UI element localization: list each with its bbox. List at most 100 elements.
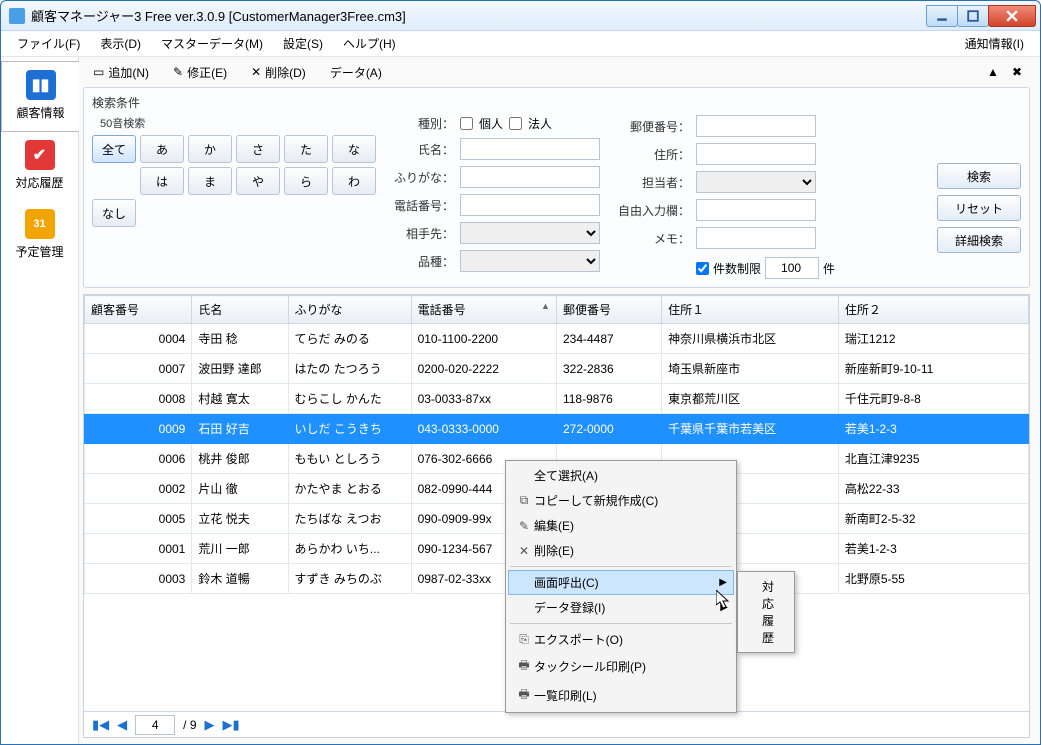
- kana-wa[interactable]: わ: [332, 167, 376, 195]
- staff-select[interactable]: [696, 171, 816, 193]
- maximize-button[interactable]: [957, 5, 989, 27]
- ctx-data-reg[interactable]: データ登録(I)▶: [508, 595, 734, 620]
- kana-none-button[interactable]: なし: [92, 199, 136, 227]
- cell: 0001: [85, 534, 192, 564]
- kana-ta[interactable]: た: [284, 135, 328, 163]
- menu-file[interactable]: ファイル(F): [7, 32, 90, 55]
- cell: 寺田 稔: [192, 324, 288, 354]
- limit-input[interactable]: [765, 257, 819, 279]
- kana-ra[interactable]: ら: [284, 167, 328, 195]
- cell: 0002: [85, 474, 192, 504]
- tab-schedule[interactable]: 31 予定管理: [1, 201, 78, 270]
- edit-button[interactable]: ✎修正(E): [167, 62, 233, 83]
- col-header[interactable]: 住所２: [838, 296, 1028, 324]
- col-header[interactable]: 氏名: [192, 296, 288, 324]
- close-panel-icon[interactable]: ✖: [1008, 63, 1026, 81]
- kana-ka[interactable]: か: [188, 135, 232, 163]
- menu-settings[interactable]: 設定(S): [273, 32, 333, 55]
- col-header[interactable]: 住所１: [662, 296, 839, 324]
- cell: 若美1-2-3: [838, 414, 1028, 444]
- kana-ya[interactable]: や: [236, 167, 280, 195]
- search-button[interactable]: 検索: [937, 163, 1021, 189]
- last-page-button[interactable]: ▶▮: [223, 717, 240, 733]
- pin-icon[interactable]: ▲: [984, 63, 1002, 81]
- cell: 0003: [85, 564, 192, 594]
- ctx-list-print[interactable]: 🖶一覧印刷(L): [508, 681, 734, 710]
- next-page-button[interactable]: ▶: [205, 717, 215, 733]
- table-row[interactable]: 0007波田野 達郎はたの たつろう0200-020-2222322-2836埼…: [85, 354, 1029, 384]
- tab-customer-info[interactable]: ▮▮ 顧客情報: [1, 61, 79, 132]
- search-buttons: 検索 リセット 詳細検索: [937, 163, 1021, 253]
- name-input[interactable]: [460, 138, 600, 160]
- tab-history[interactable]: ✔ 対応履歴: [1, 132, 78, 201]
- ctx-select-all[interactable]: 全て選択(A): [508, 463, 734, 488]
- minimize-button[interactable]: [926, 5, 958, 27]
- kana-na[interactable]: な: [332, 135, 376, 163]
- ctx-screen-call[interactable]: 画面呼出(C)▶ 対応履歴: [508, 570, 734, 595]
- printer-icon: 🖶: [514, 685, 534, 706]
- limit-checkbox[interactable]: [696, 262, 709, 275]
- close-button[interactable]: [988, 5, 1036, 27]
- col-header[interactable]: 郵便番号: [556, 296, 661, 324]
- memo-input[interactable]: [696, 227, 816, 249]
- ctx-delete[interactable]: ✕削除(E): [508, 538, 734, 563]
- reset-button[interactable]: リセット: [937, 195, 1021, 221]
- pencil-icon: ✎: [173, 65, 183, 79]
- cell: 0008: [85, 384, 192, 414]
- address-label: 住所：: [618, 146, 690, 163]
- menu-notice[interactable]: 通知情報(I): [955, 32, 1034, 55]
- col-header[interactable]: ふりがな: [288, 296, 411, 324]
- x-icon: ✕: [514, 544, 534, 558]
- first-page-button[interactable]: ▮◀: [92, 717, 109, 733]
- cell: あらかわ いち...: [288, 534, 411, 564]
- ctx-copy-new[interactable]: ⧉コピーして新規作成(C): [508, 488, 734, 513]
- staff-label: 担当者：: [618, 174, 690, 191]
- zip-input[interactable]: [696, 115, 816, 137]
- kana-sa[interactable]: さ: [236, 135, 280, 163]
- furigana-input[interactable]: [460, 166, 600, 188]
- cell: 新座新町9-10-11: [838, 354, 1028, 384]
- cell: 新南町2-5-32: [838, 504, 1028, 534]
- cell: 高松22-33: [838, 474, 1028, 504]
- ctx-export[interactable]: ⎘エクスポート(O): [508, 627, 734, 652]
- free-input[interactable]: [696, 199, 816, 221]
- address-input[interactable]: [696, 143, 816, 165]
- ctx-edit[interactable]: ✎編集(E): [508, 513, 734, 538]
- delete-button[interactable]: ✕削除(D): [245, 62, 312, 83]
- limit-label: 件数制限: [713, 260, 761, 277]
- menu-master[interactable]: マスターデータ(M): [151, 32, 273, 55]
- app-icon: [9, 8, 25, 24]
- cell: 千住元町9-8-8: [838, 384, 1028, 414]
- detail-search-button[interactable]: 詳細検索: [937, 227, 1021, 253]
- ctx-tack-print[interactable]: 🖶タックシール印刷(P): [508, 652, 734, 681]
- kana-a[interactable]: あ: [140, 135, 184, 163]
- table-row[interactable]: 0008村越 寛太むらこし かんた03-0033-87xx118-9876東京都…: [85, 384, 1029, 414]
- menu-help[interactable]: ヘルプ(H): [333, 32, 406, 55]
- kana-ma[interactable]: ま: [188, 167, 232, 195]
- data-button[interactable]: データ(A): [324, 62, 388, 83]
- tel-input[interactable]: [460, 194, 600, 216]
- search-header: 検索条件: [92, 94, 1021, 111]
- dest-select[interactable]: [460, 222, 600, 244]
- page-input[interactable]: [135, 715, 175, 735]
- cell: 0200-020-2222: [411, 354, 556, 384]
- cell: 010-1100-2200: [411, 324, 556, 354]
- add-button[interactable]: ▭追加(N): [87, 62, 155, 83]
- col-header[interactable]: 電話番号: [411, 296, 556, 324]
- kana-all-button[interactable]: 全て: [92, 135, 136, 163]
- kana-ha[interactable]: は: [140, 167, 184, 195]
- type-company-checkbox[interactable]: [509, 117, 522, 130]
- cell: 0007: [85, 354, 192, 384]
- prev-page-button[interactable]: ◀: [117, 717, 127, 733]
- cell: 北直江津9235: [838, 444, 1028, 474]
- col-header[interactable]: 顧客番号: [85, 296, 192, 324]
- ctx-sub-history[interactable]: 対応履歴: [738, 574, 794, 650]
- item-select[interactable]: [460, 250, 600, 272]
- table-row[interactable]: 0009石田 好吉いしだ こうきち043-0333-0000272-0000千葉…: [85, 414, 1029, 444]
- menu-view[interactable]: 表示(D): [90, 32, 151, 55]
- table-row[interactable]: 0004寺田 稔てらだ みのる010-1100-2200234-4487神奈川県…: [85, 324, 1029, 354]
- cell: てらだ みのる: [288, 324, 411, 354]
- cell: 立花 悦夫: [192, 504, 288, 534]
- cell: いしだ こうきち: [288, 414, 411, 444]
- type-person-checkbox[interactable]: [460, 117, 473, 130]
